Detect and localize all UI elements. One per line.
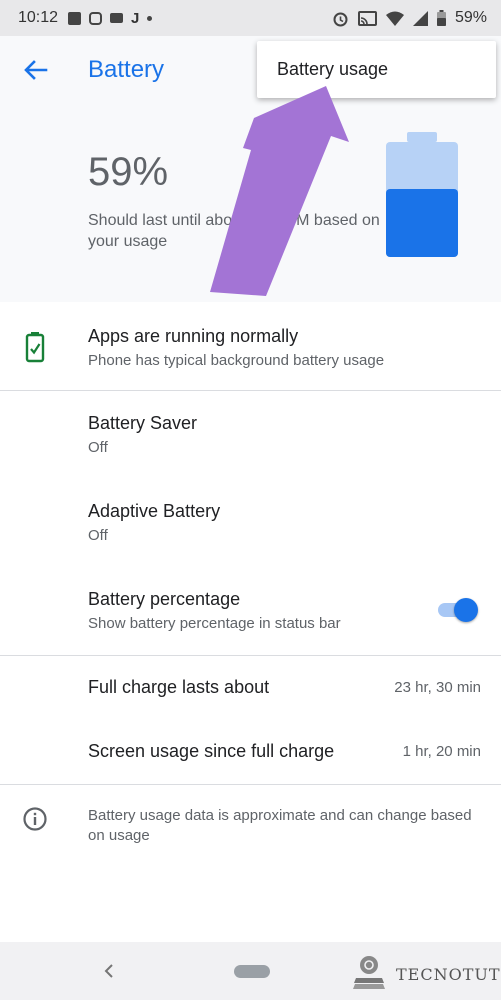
nav-back-icon[interactable] [98, 960, 120, 982]
status-title: Apps are running normally [88, 326, 299, 346]
back-button[interactable] [18, 54, 54, 86]
navigation-bar: TECNOTUTO [0, 942, 501, 1000]
usage-disclaimer: Battery usage data is approximate and ca… [88, 807, 472, 844]
instagram-icon [89, 11, 103, 25]
screen-usage-value: 1 hr, 20 min [402, 743, 481, 760]
system-icons: 59% [332, 9, 487, 27]
battery-status-row[interactable]: Apps are running normally Phone has typi… [0, 302, 501, 390]
status-bar: 10:12 J 59% [0, 0, 501, 36]
info-icon [23, 807, 47, 831]
full-charge-row: Full charge lasts about 23 hr, 30 min [0, 656, 501, 720]
divider [0, 784, 501, 785]
status-time: 10:12 [18, 9, 59, 26]
battery-percent-large: 59% [88, 150, 169, 194]
full-charge-label: Full charge lasts about [88, 677, 270, 697]
full-charge-value: 23 hr, 30 min [394, 679, 481, 696]
facebook-icon [68, 11, 82, 25]
menu-item-battery-usage[interactable]: Battery usage [277, 59, 388, 80]
battery-saver-row[interactable]: Battery Saver Off [0, 391, 501, 479]
alarm-icon [333, 12, 348, 26]
home-pill-icon[interactable] [234, 965, 270, 978]
signal-icon [412, 10, 428, 26]
battery-percentage-title: Battery percentage [88, 589, 241, 609]
battery-header: 59% Should last until about 9:45 PM base… [0, 104, 501, 302]
battery-percentage-toggle[interactable] [436, 597, 478, 623]
watermark: TECNOTUTO [352, 952, 501, 994]
adaptive-battery-row[interactable]: Adaptive Battery Off [0, 479, 501, 567]
adaptive-battery-title: Adaptive Battery [88, 501, 221, 521]
adaptive-battery-status: Off [88, 527, 108, 544]
arrow-back-icon [24, 60, 48, 80]
wifi-icon [385, 11, 404, 26]
battery-check-icon [25, 332, 45, 363]
battery-estimate: Should last until about 9:45 PM based on… [88, 212, 380, 250]
status-battery-percent: 59% [454, 9, 487, 26]
page-title: Battery [88, 56, 165, 83]
notification-icons: J [68, 9, 153, 27]
toggle-thumb [454, 598, 478, 622]
status-subtitle: Phone has typical background battery usa… [88, 352, 385, 369]
battery-percentage-row[interactable]: Battery percentage Show battery percenta… [0, 567, 501, 655]
cast-icon [357, 10, 377, 26]
battery-saver-status: Off [88, 439, 108, 456]
screen-usage-row: Screen usage since full charge 1 hr, 20 … [0, 720, 501, 784]
overflow-menu: Battery usage [257, 41, 496, 98]
battery-icon [436, 10, 446, 26]
battery-saver-title: Battery Saver [88, 413, 198, 433]
gmail-icon [110, 13, 124, 23]
battery-percentage-subtitle: Show battery percentage in status bar [88, 615, 341, 632]
watermark-logo-icon [353, 956, 385, 989]
dot-icon [147, 15, 153, 21]
battery-level-graphic [386, 132, 458, 257]
watermark-text: TECNOTUTO [396, 965, 501, 984]
screen-usage-label: Screen usage since full charge [88, 741, 335, 761]
j-icon: J [131, 9, 140, 27]
